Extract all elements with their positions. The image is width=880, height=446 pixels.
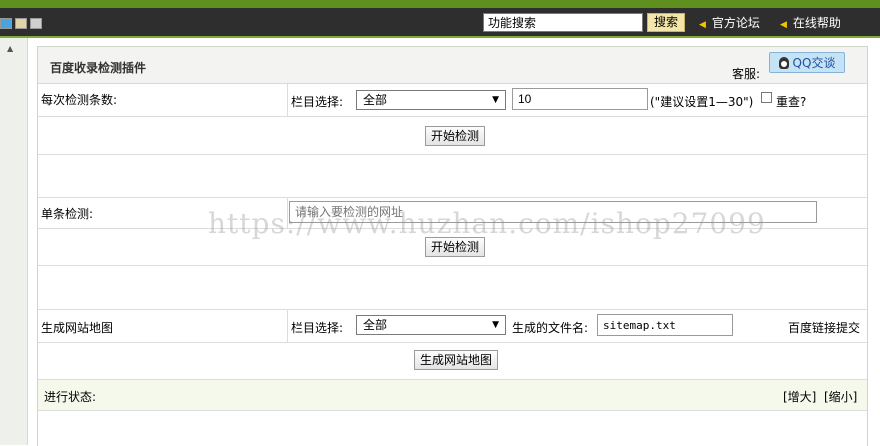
qq-chat-button[interactable]: QQ交谈 — [769, 52, 845, 73]
batch-count-hint: ("建议设置1—30") — [650, 95, 754, 109]
panel-header: 百度收录检测插件 客服: QQ交谈 — [38, 47, 867, 84]
baidu-submit-link[interactable]: 百度链接提交 — [788, 319, 860, 336]
status-label: 进行状态: — [44, 390, 97, 404]
column-divider — [287, 310, 288, 342]
forum-link-label: 官方论坛 — [711, 16, 760, 30]
status-row: 进行状态: [增大] [缩小] — [38, 379, 867, 411]
row-divider — [38, 265, 867, 266]
top-accent-bar — [0, 0, 880, 8]
collapse-up-icon[interactable]: ▲ — [7, 44, 13, 53]
forum-link[interactable]: ◀ 官方论坛 — [699, 14, 760, 31]
dropdown-arrow-icon: ▼ — [492, 95, 499, 105]
recheck-checkbox[interactable] — [761, 92, 772, 103]
single-check-label: 单条检测: — [41, 207, 94, 221]
customer-service-label: 客服: — [732, 67, 761, 81]
window-icon-tan[interactable] — [15, 18, 27, 29]
qq-penguin-icon — [778, 57, 789, 69]
dropdown-arrow-icon: ▼ — [492, 320, 499, 330]
watermark: https://www.huzhan.com/ishop27099 — [208, 207, 766, 240]
row-divider — [38, 197, 867, 198]
column-divider — [287, 84, 288, 116]
batch-column-value: 全部 — [363, 93, 388, 107]
window-icon-blue[interactable] — [0, 18, 12, 29]
sitemap-column-value: 全部 — [363, 318, 388, 332]
panel-title: 百度收录检测插件 — [50, 61, 147, 75]
arrow-icon: ◀ — [699, 20, 706, 30]
row-divider — [38, 154, 867, 155]
left-side-panel: ▲ — [0, 38, 28, 445]
filename-label: 生成的文件名: — [512, 321, 589, 335]
row-divider — [38, 116, 867, 117]
qq-chat-label: QQ交谈 — [792, 56, 836, 70]
top-toolbar: 搜索 ◀ 官方论坛 ◀ 在线帮助 — [0, 8, 880, 38]
batch-start-button[interactable]: 开始检测 — [425, 126, 486, 146]
batch-count-label: 每次检测条数: — [41, 93, 118, 107]
search-button[interactable]: 搜索 — [647, 13, 685, 32]
plugin-panel: 百度收录检测插件 客服: QQ交谈 每次检测条数: 栏目选择: 全部 ▼ ("建议… — [37, 46, 868, 446]
window-icon-gray[interactable] — [30, 18, 42, 29]
function-search-input[interactable] — [483, 13, 643, 32]
batch-count-input[interactable] — [512, 88, 648, 110]
batch-column-label: 栏目选择: — [291, 95, 344, 109]
recheck-label: 重查? — [776, 95, 807, 109]
shrink-button[interactable]: [缩小] — [824, 388, 857, 405]
row-divider — [38, 342, 867, 343]
filename-input[interactable] — [597, 314, 733, 336]
batch-column-select[interactable]: 全部 ▼ — [356, 90, 506, 110]
arrow-icon: ◀ — [780, 20, 787, 30]
help-link-label: 在线帮助 — [792, 16, 841, 30]
sitemap-column-select[interactable]: 全部 ▼ — [356, 315, 506, 335]
help-link[interactable]: ◀ 在线帮助 — [780, 14, 841, 31]
enlarge-button[interactable]: [增大] — [783, 388, 816, 405]
row-divider — [38, 309, 867, 310]
sitemap-column-label: 栏目选择: — [291, 321, 344, 335]
sitemap-label: 生成网站地图 — [41, 321, 114, 335]
single-start-button[interactable]: 开始检测 — [425, 237, 486, 257]
generate-sitemap-button[interactable]: 生成网站地图 — [414, 350, 499, 370]
window-icons — [0, 18, 45, 32]
